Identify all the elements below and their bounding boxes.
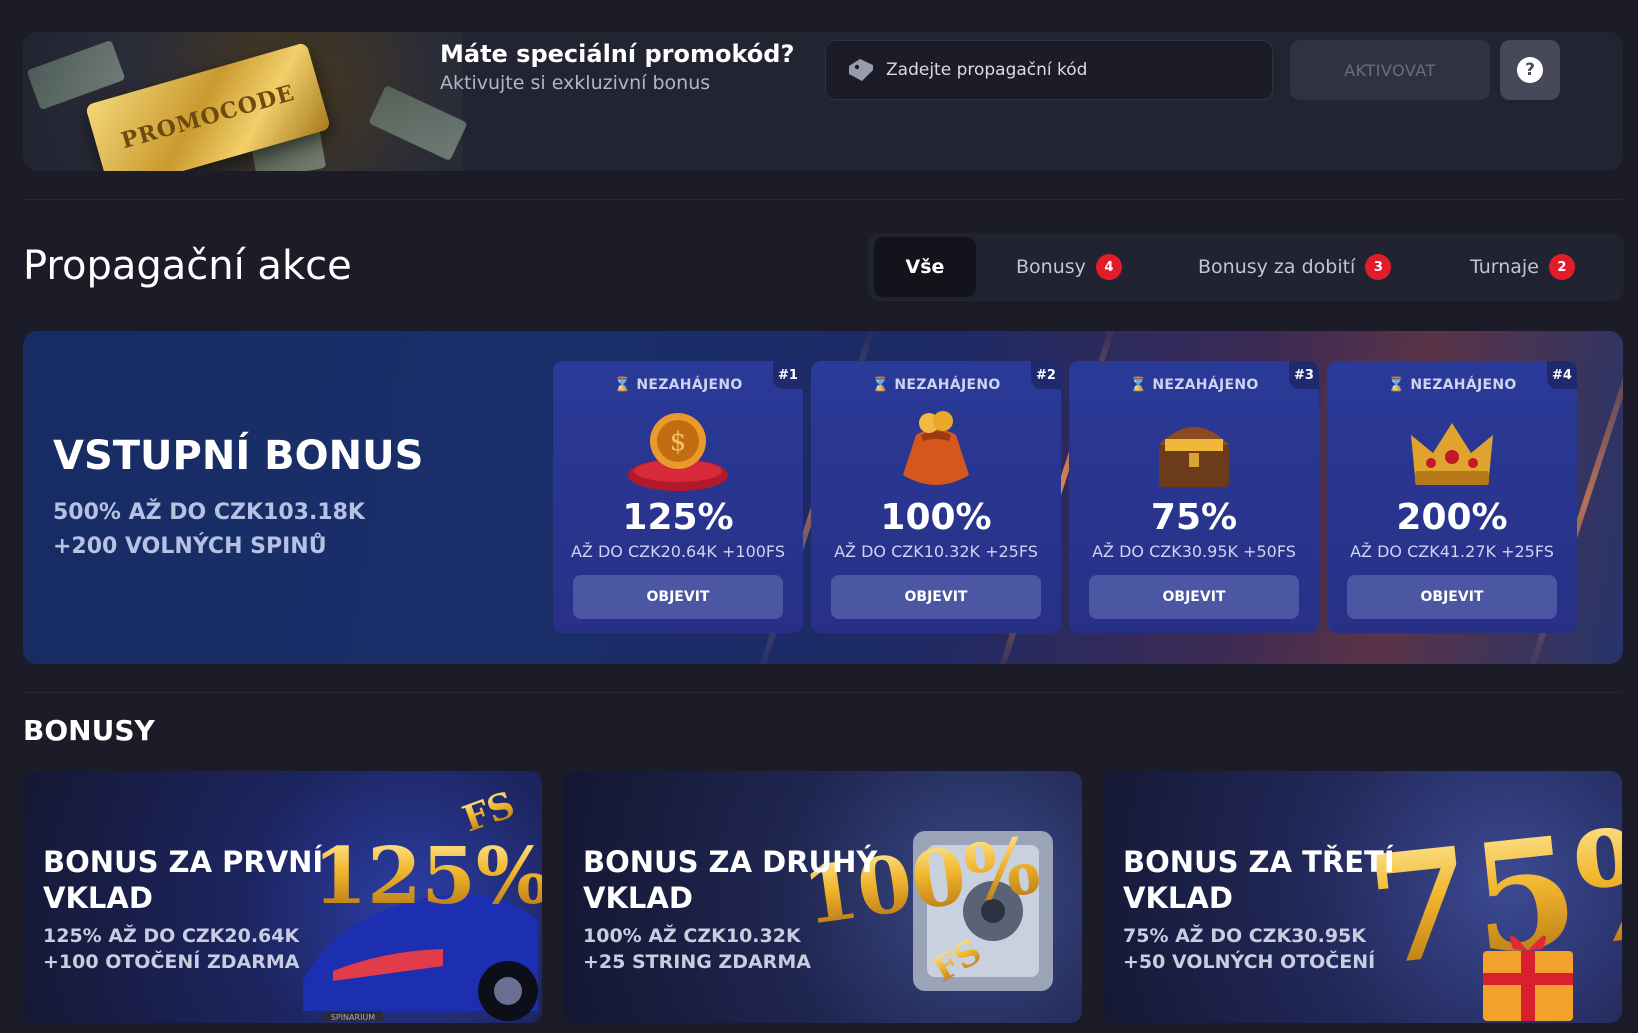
offer-card: #1 ⌛ NEZAHÁJENO $ 125% AŽ DO CZK20.64K +…	[553, 361, 803, 633]
status-label: ⌛ NEZAHÁJENO	[871, 377, 1001, 393]
reveal-button[interactable]: OBJEVIT	[573, 575, 783, 619]
promo-title: Máte speciální promokód?	[440, 40, 795, 68]
count-badge: 2	[1548, 254, 1575, 280]
count-badge: 4	[1095, 254, 1122, 280]
ticket-text: PROMOCODE	[118, 79, 298, 155]
offer-limit: AŽ DO CZK41.27K +25FS	[1350, 542, 1554, 561]
coin-pillow-icon: $	[628, 413, 728, 491]
status-text: NEZAHÁJENO	[1410, 377, 1517, 393]
svg-text:$: $	[670, 427, 687, 457]
tab-bonuses[interactable]: Bonusy 4	[1016, 237, 1122, 297]
ticket-icon	[849, 59, 873, 81]
tab-all[interactable]: Vše	[874, 237, 976, 297]
offer-percent: 100%	[880, 497, 992, 538]
promotion-tabs: Vše Bonusy 4 Bonusy za dobití 3 Turnaje …	[868, 233, 1624, 301]
offer-card: #4 ⌛ NEZAHÁJENO 200% AŽ DO CZK41.27K +25…	[1327, 361, 1577, 633]
reveal-button[interactable]: OBJEVIT	[1347, 575, 1557, 619]
tab-label: Vše	[905, 256, 945, 278]
status-text: NEZAHÁJENO	[636, 377, 743, 393]
bonus-title: BONUS ZA DRUHÝ VKLAD	[583, 845, 878, 915]
treasure-chest-icon	[1159, 427, 1229, 487]
tab-label: Bonusy za dobití	[1198, 256, 1356, 278]
bonus-card-third-deposit[interactable]: 75% BONUS ZA TŘETÍ VKLAD 75% AŽ DO CZK30…	[1103, 771, 1622, 1023]
reveal-button[interactable]: OBJEVIT	[831, 575, 1041, 619]
promo-subtitle: Aktivujte si exkluzivní bonus	[440, 72, 711, 94]
offer-limit: AŽ DO CZK10.32K +25FS	[834, 542, 1038, 561]
status-text: NEZAHÁJENO	[894, 377, 1001, 393]
status-label: ⌛ NEZAHÁJENO	[1129, 377, 1259, 393]
page-title: Propagační akce	[23, 243, 352, 289]
welcome-subtitle: 500% AŽ DO CZK103.18K +200 VOLNÝCH SPINŮ	[53, 496, 365, 564]
offer-limit: AŽ DO CZK30.95K +50FS	[1092, 542, 1296, 561]
offer-percent: 200%	[1396, 497, 1508, 538]
status-text: NEZAHÁJENO	[1152, 377, 1259, 393]
money-bag-icon	[903, 411, 969, 485]
divider	[23, 692, 1623, 693]
section-title: BONUSY	[23, 714, 155, 747]
activate-button[interactable]: AKTIVOVAT	[1290, 40, 1490, 100]
bonus-card-second-deposit[interactable]: 100% FS BONUS ZA DRUHÝ VKLAD 100% AŽ CZK…	[563, 771, 1082, 1023]
offer-card: #2 ⌛ NEZAHÁJENO 100% AŽ DO CZK10.32K +25…	[811, 361, 1061, 633]
bonus-title: BONUS ZA PRVNÍ VKLAD	[43, 845, 324, 915]
help-button[interactable]: ?	[1500, 40, 1560, 100]
status-label: ⌛ NEZAHÁJENO	[1387, 377, 1517, 393]
welcome-title: VSTUPNÍ BONUS	[53, 433, 424, 479]
question-icon: ?	[1517, 57, 1543, 83]
tab-tournaments[interactable]: Turnaje 2	[1470, 237, 1575, 297]
plate-text: SPINARIUM	[331, 1013, 375, 1021]
crown-icon	[1411, 423, 1493, 485]
promocode-ticket-image: PROMOCODE	[23, 32, 468, 171]
reveal-button[interactable]: OBJEVIT	[1089, 575, 1299, 619]
count-badge: 3	[1365, 254, 1392, 280]
status-label: ⌛ NEZAHÁJENO	[613, 377, 743, 393]
offer-card: #3 ⌛ NEZAHÁJENO 75% AŽ DO CZK30.95K +50F…	[1069, 361, 1319, 633]
bonus-description: 125% AŽ DO CZK20.64K +100 OTOČENÍ ZDARMA	[43, 925, 300, 973]
promo-code-field[interactable]	[825, 40, 1273, 100]
offer-limit: AŽ DO CZK20.64K +100FS	[570, 542, 786, 561]
tab-reload-bonuses[interactable]: Bonusy za dobití 3	[1198, 237, 1392, 297]
bonus-description: 75% AŽ DO CZK30.95K +50 VOLNÝCH OTOČENÍ	[1123, 925, 1376, 973]
bonus-card-first-deposit[interactable]: SPINARIUM 125% FS BONUS ZA PRVNÍ VKLAD 1…	[23, 771, 542, 1023]
welcome-line: 500% AŽ DO CZK103.18K	[53, 500, 365, 525]
offer-percent: 75%	[1150, 497, 1238, 538]
bonus-description: 100% AŽ CZK10.32K +25 STRING ZDARMA	[583, 925, 811, 973]
tab-label: Bonusy	[1016, 256, 1086, 278]
gift-box-image	[1483, 935, 1573, 1021]
promo-code-input[interactable]	[886, 60, 1266, 80]
welcome-bonus-banner: VSTUPNÍ BONUS 500% AŽ DO CZK103.18K +200…	[23, 331, 1623, 664]
tab-label: Turnaje	[1470, 256, 1539, 278]
bonus-percent-art: 125%	[313, 831, 542, 922]
bonus-title: BONUS ZA TŘETÍ VKLAD	[1123, 845, 1395, 915]
divider	[23, 199, 1623, 200]
welcome-line: +200 VOLNÝCH SPINŮ	[53, 534, 327, 559]
offer-percent: 125%	[622, 497, 734, 538]
banknote-decoration	[368, 84, 468, 162]
